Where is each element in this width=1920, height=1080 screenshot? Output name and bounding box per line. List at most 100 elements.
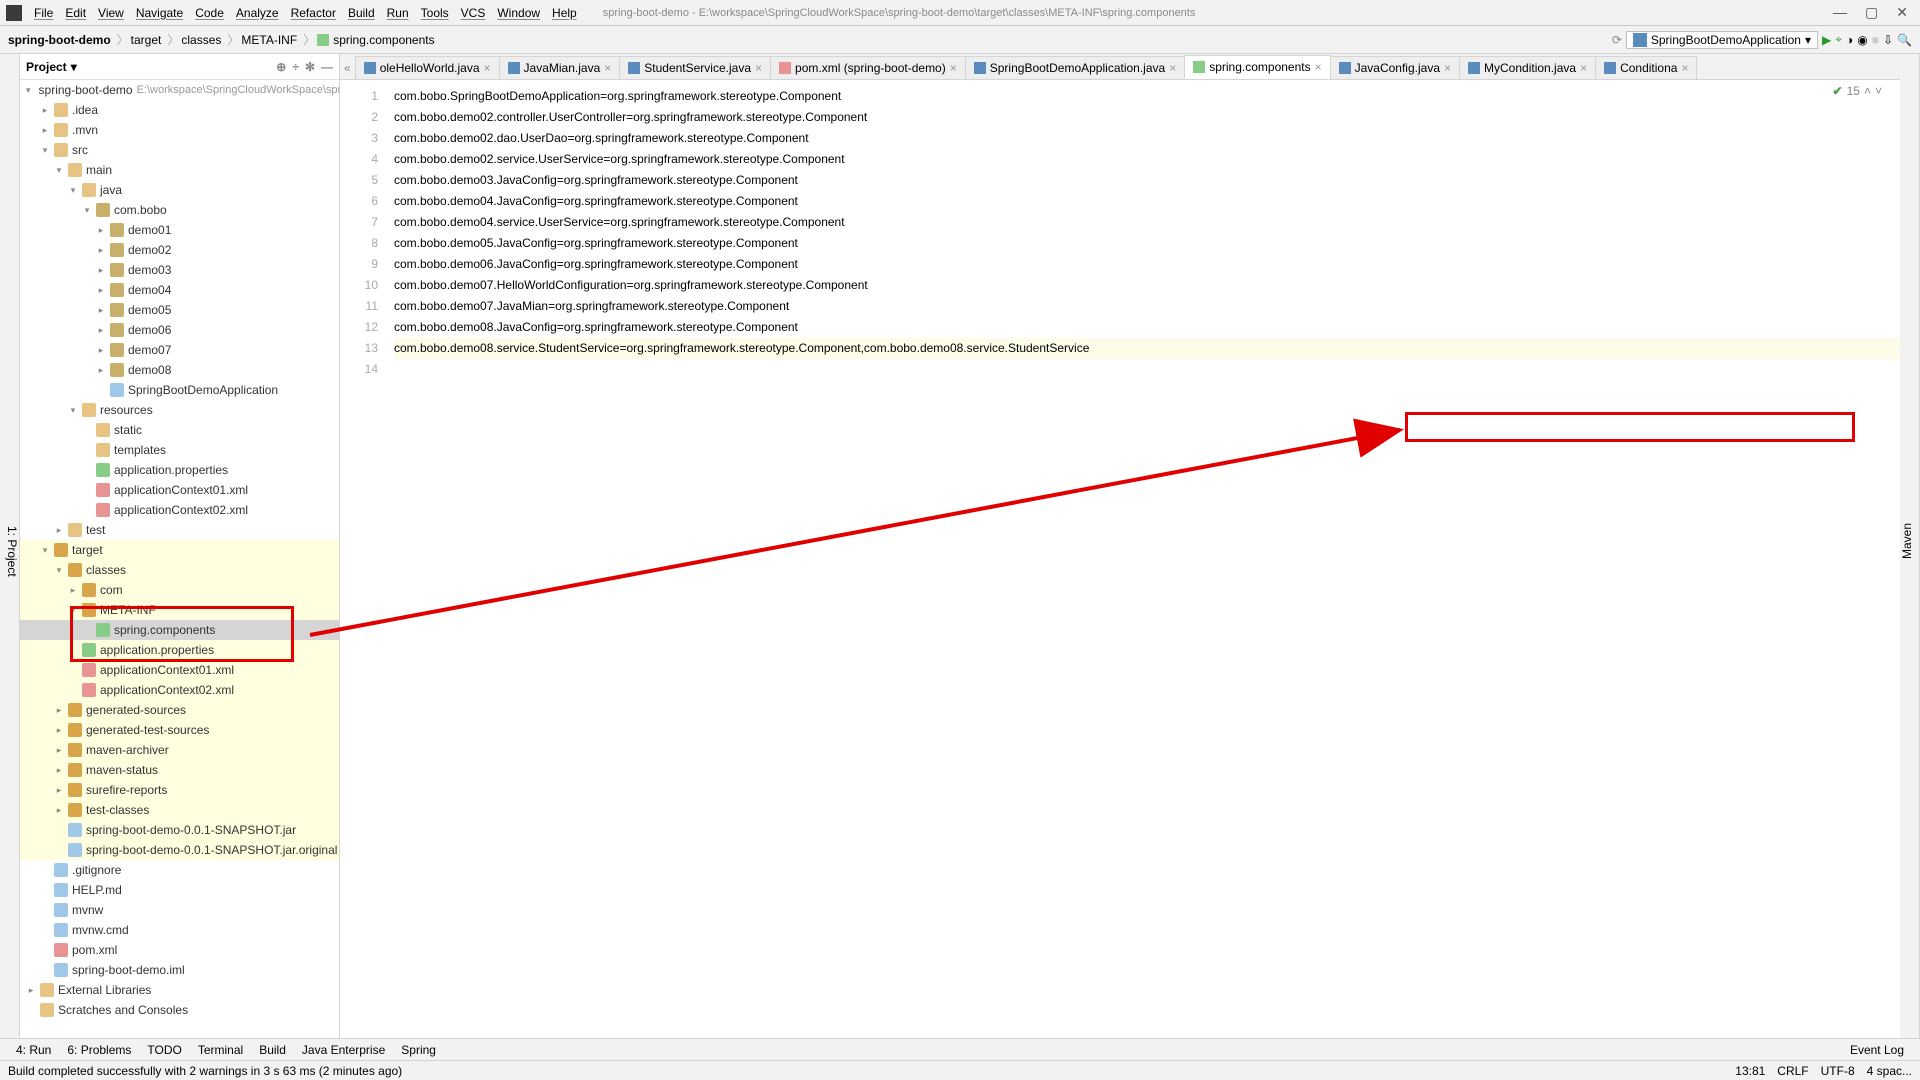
left-tool-strip[interactable]: 1: Project7: Structure2: Favorites0 Web [0, 54, 20, 1038]
tree-arrow-icon[interactable]: ▸ [54, 785, 64, 796]
tree-arrow-icon[interactable]: ▸ [96, 285, 106, 296]
profile-button-icon[interactable]: ◉ [1857, 33, 1867, 47]
event-log-button[interactable]: Event Log [1842, 1043, 1912, 1057]
tree-node[interactable]: ▸generated-sources [20, 700, 339, 720]
tool-window-button[interactable]: Spring [393, 1043, 444, 1057]
code-line[interactable]: com.bobo.SpringBootDemoApplication=org.s… [394, 86, 1900, 107]
tree-arrow-icon[interactable]: ▾ [26, 85, 31, 96]
minimize-icon[interactable]: — [1833, 4, 1847, 21]
tree-node[interactable]: ▾java [20, 180, 339, 200]
tree-node[interactable]: applicationContext02.xml [20, 680, 339, 700]
tree-node[interactable]: ▸maven-archiver [20, 740, 339, 760]
hide-icon[interactable]: — [321, 60, 333, 74]
breadcrumb-item[interactable]: target [131, 33, 166, 47]
tab-close-icon[interactable]: × [950, 61, 957, 75]
code-line[interactable]: com.bobo.demo03.JavaConfig=org.springfra… [394, 170, 1900, 191]
tool-window-button[interactable]: 4: Run [8, 1043, 59, 1057]
project-tree[interactable]: ▾spring-boot-demoE:\workspace\SpringClou… [20, 80, 339, 1038]
collapse-icon[interactable]: ÷ [292, 60, 299, 74]
tree-node[interactable]: ▸.mvn [20, 120, 339, 140]
tree-arrow-icon[interactable]: ▸ [96, 325, 106, 336]
tree-arrow-icon[interactable]: ▸ [96, 305, 106, 316]
tree-node[interactable]: ▸demo01 [20, 220, 339, 240]
tree-node[interactable]: ▾classes [20, 560, 339, 580]
tree-arrow-icon[interactable]: ▸ [54, 805, 64, 816]
tree-arrow-icon[interactable]: ▸ [54, 745, 64, 756]
status-indicator[interactable]: CRLF [1777, 1064, 1808, 1078]
sync-icon[interactable]: ⟳ [1612, 33, 1622, 47]
tab-close-icon[interactable]: × [755, 61, 762, 75]
tool-window-button[interactable]: Terminal [190, 1043, 251, 1057]
tab-close-icon[interactable]: × [604, 61, 611, 75]
tree-node[interactable]: ▾resources [20, 400, 339, 420]
project-view-label[interactable]: Project [26, 60, 67, 74]
tree-node[interactable]: spring-boot-demo.iml [20, 960, 339, 980]
tab-scroll-left-icon[interactable]: « [340, 57, 355, 79]
tree-node[interactable]: ▸.idea [20, 100, 339, 120]
tree-node[interactable]: mvnw [20, 900, 339, 920]
tree-node[interactable]: mvnw.cmd [20, 920, 339, 940]
tree-node[interactable]: ▸demo04 [20, 280, 339, 300]
debug-button-icon[interactable]: ⌖ [1835, 32, 1842, 47]
close-icon[interactable]: ✕ [1896, 4, 1908, 21]
status-indicator[interactable]: 13:81 [1735, 1064, 1765, 1078]
tree-arrow-icon[interactable]: ▸ [96, 245, 106, 256]
tab-close-icon[interactable]: × [1444, 61, 1451, 75]
code-line[interactable]: com.bobo.demo08.JavaConfig=org.springfra… [394, 317, 1900, 338]
editor-tab[interactable]: SpringBootDemoApplication.java× [965, 56, 1185, 79]
editor-tab[interactable]: JavaMian.java× [499, 56, 621, 79]
tree-node[interactable]: ▾target [20, 540, 339, 560]
breadcrumb-item[interactable]: spring.components [317, 33, 438, 47]
tree-node[interactable]: ▸External Libraries [20, 980, 339, 1000]
tree-node[interactable]: ▸demo02 [20, 240, 339, 260]
tree-arrow-icon[interactable]: ▸ [54, 725, 64, 736]
editor-tab[interactable]: spring.components× [1184, 55, 1330, 79]
menu-analyze[interactable]: Analyze [230, 3, 285, 23]
tree-arrow-icon[interactable]: ▸ [96, 265, 106, 276]
code-line[interactable]: com.bobo.demo02.service.UserService=org.… [394, 149, 1900, 170]
tree-arrow-icon[interactable]: ▾ [68, 405, 78, 416]
menu-edit[interactable]: Edit [59, 3, 92, 23]
locate-icon[interactable]: ⊕ [276, 60, 286, 74]
tool-window-button[interactable]: Build [251, 1043, 294, 1057]
gear-icon[interactable]: ✻ [305, 60, 315, 74]
editor-tab[interactable]: oleHelloWorld.java× [355, 56, 500, 79]
tree-arrow-icon[interactable]: ▸ [68, 585, 78, 596]
tree-arrow-icon[interactable]: ▸ [96, 365, 106, 376]
menu-help[interactable]: Help [546, 3, 583, 23]
menu-window[interactable]: Window [491, 3, 546, 23]
status-indicator[interactable]: 4 spac... [1867, 1064, 1912, 1078]
inspect-down-icon[interactable]: ˅ [1875, 84, 1882, 98]
tree-node[interactable]: ▸maven-status [20, 760, 339, 780]
inspect-up-icon[interactable]: ˄ [1864, 84, 1871, 98]
tree-node[interactable]: applicationContext02.xml [20, 500, 339, 520]
menu-refactor[interactable]: Refactor [285, 3, 342, 23]
menu-tools[interactable]: Tools [415, 3, 455, 23]
tree-node[interactable]: application.properties [20, 460, 339, 480]
tree-node[interactable]: ▸generated-test-sources [20, 720, 339, 740]
menu-view[interactable]: View [92, 3, 130, 23]
menu-navigate[interactable]: Navigate [130, 3, 189, 23]
tree-node[interactable]: .gitignore [20, 860, 339, 880]
tree-arrow-icon[interactable]: ▾ [40, 145, 50, 156]
breadcrumb-item[interactable]: classes [181, 33, 225, 47]
editor-tab[interactable]: Conditiona× [1595, 56, 1697, 79]
tree-node[interactable]: ▸demo07 [20, 340, 339, 360]
tree-node[interactable]: ▸demo03 [20, 260, 339, 280]
breadcrumb-item[interactable]: META-INF [241, 33, 301, 47]
run-button-icon[interactable]: ▶ [1822, 33, 1831, 47]
tree-node[interactable]: Scratches and Consoles [20, 1000, 339, 1020]
tree-node[interactable]: templates [20, 440, 339, 460]
tree-node[interactable]: ▾main [20, 160, 339, 180]
tool-window-button[interactable]: Java Enterprise [294, 1043, 393, 1057]
tree-arrow-icon[interactable]: ▸ [96, 225, 106, 236]
tree-node[interactable]: applicationContext01.xml [20, 660, 339, 680]
code-line[interactable]: com.bobo.demo02.dao.UserDao=org.springfr… [394, 128, 1900, 149]
code-line[interactable]: com.bobo.demo05.JavaConfig=org.springfra… [394, 233, 1900, 254]
tree-node[interactable]: static [20, 420, 339, 440]
tree-node[interactable]: HELP.md [20, 880, 339, 900]
tree-arrow-icon[interactable]: ▾ [54, 565, 64, 576]
code-line[interactable]: com.bobo.demo04.service.UserService=org.… [394, 212, 1900, 233]
menu-run[interactable]: Run [381, 3, 415, 23]
search-icon[interactable]: 🔍 [1897, 33, 1912, 47]
